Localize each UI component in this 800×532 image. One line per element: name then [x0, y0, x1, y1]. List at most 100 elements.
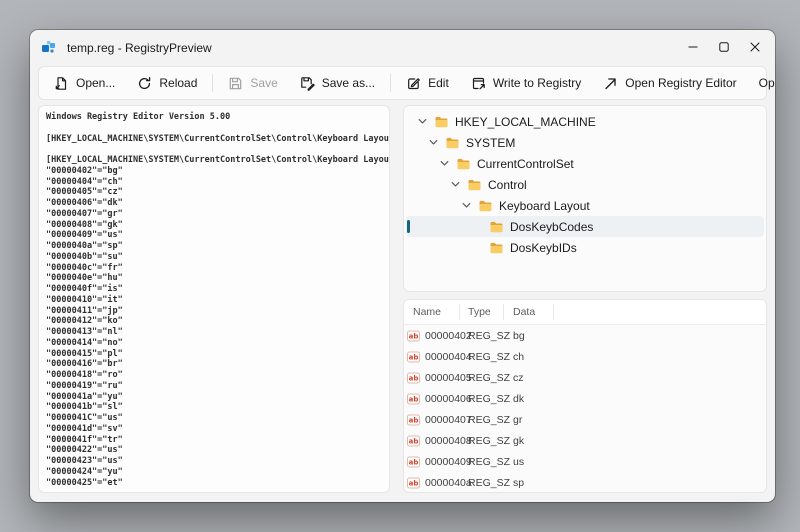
window-title: temp.reg - RegistryPreview [67, 41, 212, 55]
value-type: REG_SZ [460, 351, 504, 363]
save-as-button[interactable]: Save as... [289, 70, 386, 96]
minimize-icon [688, 42, 698, 52]
folder-icon [489, 242, 504, 254]
chevron-down-icon[interactable] [436, 158, 452, 169]
value-type: REG_SZ [460, 330, 504, 342]
open-key-button-label: Open Key [759, 76, 775, 90]
tree-item-control[interactable]: Control [406, 174, 764, 195]
chevron-down-icon[interactable] [414, 116, 430, 127]
folder-icon [434, 116, 449, 128]
tree-indent [406, 184, 447, 185]
tree-item-currentcontrolset[interactable]: CurrentControlSet [406, 153, 764, 174]
value-type: REG_SZ [460, 435, 504, 447]
tree-item-doskeybcodes[interactable]: DosKeybCodes [406, 216, 764, 237]
value-data: cz [504, 372, 554, 384]
chevron-down-icon[interactable] [425, 137, 441, 148]
save-as-button-label: Save as... [322, 76, 375, 90]
open-registry-editor-button-label: Open Registry Editor [625, 76, 736, 90]
reload-button[interactable]: Reload [126, 70, 208, 96]
table-row[interactable]: 00000402 REG_SZ bg [404, 325, 766, 346]
reload-button-label: Reload [159, 76, 197, 90]
value-data: dk [504, 393, 554, 405]
table-row[interactable]: 00000405 REG_SZ cz [404, 367, 766, 388]
close-button[interactable] [739, 30, 770, 64]
value-data: gr [504, 414, 554, 426]
toolbar-separator [212, 74, 213, 92]
write-to-registry-button[interactable]: Write to Registry [460, 70, 592, 96]
save-icon [228, 76, 243, 91]
folder-icon [456, 158, 471, 170]
folder-icon [489, 221, 504, 233]
reload-icon [137, 76, 152, 91]
app-window: temp.reg - RegistryPreview Open... [30, 30, 775, 502]
table-row[interactable]: 00000407 REG_SZ gr [404, 409, 766, 430]
value-data: us [504, 456, 554, 468]
edit-icon [406, 76, 421, 91]
string-value-icon [407, 330, 420, 342]
save-button[interactable]: Save [217, 70, 288, 96]
table-header: Name Type Data [404, 300, 766, 325]
table-row[interactable]: 00000409 REG_SZ us [404, 451, 766, 472]
maximize-icon [719, 42, 729, 52]
value-type: REG_SZ [460, 372, 504, 384]
tree-item-label: CurrentControlSet [477, 157, 574, 171]
chevron-down-icon[interactable] [458, 200, 474, 211]
tree-indent [406, 226, 469, 227]
tree-item-hkey-local-machine[interactable]: HKEY_LOCAL_MACHINE [406, 111, 764, 132]
value-data: sp [504, 477, 554, 489]
write-registry-icon [471, 76, 486, 91]
tree-item-system[interactable]: SYSTEM [406, 132, 764, 153]
minimize-button[interactable] [677, 30, 708, 64]
open-button-label: Open... [76, 76, 115, 90]
app-icon [41, 40, 57, 56]
maximize-button[interactable] [708, 30, 739, 64]
tree-item-doskeybids[interactable]: DosKeybIDs [406, 237, 764, 258]
folder-icon [478, 200, 493, 212]
registry-text-editor[interactable]: Windows Registry Editor Version 5.00 [HK… [39, 106, 389, 493]
chevron-down-icon[interactable] [447, 179, 463, 190]
tree-indent [406, 163, 436, 164]
command-bar: Open... Reload Save [38, 66, 767, 100]
value-data: bg [504, 330, 554, 342]
value-data: gk [504, 435, 554, 447]
write-to-registry-button-label: Write to Registry [493, 76, 581, 90]
table-row[interactable]: 00000406 REG_SZ dk [404, 388, 766, 409]
registry-tree-panel: HKEY_LOCAL_MACHINE SYSTEM CurrentControl… [403, 105, 767, 292]
value-type: REG_SZ [460, 456, 504, 468]
save-button-label: Save [250, 76, 277, 90]
registry-values-panel: Name Type Data 00000402 REG_SZ bg 000004… [403, 299, 767, 493]
tree-item-label: Control [488, 178, 527, 192]
registry-file-editor-panel: Windows Registry Editor Version 5.00 [HK… [38, 105, 390, 493]
tree-item-label: Keyboard Layout [499, 199, 590, 213]
toolbar-separator [390, 74, 391, 92]
string-value-icon [407, 393, 420, 405]
string-value-icon [407, 372, 420, 384]
table-row[interactable]: 00000404 REG_SZ ch [404, 346, 766, 367]
tree-item-keyboard-layout[interactable]: Keyboard Layout [406, 195, 764, 216]
tree-item-label: DosKeybIDs [510, 241, 577, 255]
string-value-icon [407, 414, 420, 426]
string-value-icon [407, 351, 420, 363]
table-row[interactable]: 0000040a REG_SZ sp [404, 472, 766, 493]
column-header-data[interactable]: Data [504, 304, 554, 320]
string-value-icon [407, 435, 420, 447]
open-button[interactable]: Open... [43, 70, 126, 96]
tree-item-label: SYSTEM [466, 136, 515, 150]
folder-icon [467, 179, 482, 191]
open-file-icon [54, 76, 69, 91]
tree-indent [406, 121, 414, 122]
open-key-button[interactable]: Open Key [748, 70, 775, 96]
tree-indent [406, 142, 425, 143]
edit-button[interactable]: Edit [395, 70, 460, 96]
string-value-icon [407, 477, 420, 489]
table-row[interactable]: 00000408 REG_SZ gk [404, 430, 766, 451]
tree-item-label: DosKeybCodes [510, 220, 593, 234]
tree-indent [406, 247, 469, 248]
title-bar[interactable]: temp.reg - RegistryPreview [30, 30, 775, 66]
open-registry-editor-button[interactable]: Open Registry Editor [592, 70, 747, 96]
column-header-name[interactable]: Name [404, 304, 460, 320]
folder-icon [445, 137, 460, 149]
edit-button-label: Edit [428, 76, 449, 90]
column-header-type[interactable]: Type [460, 304, 504, 320]
close-icon [750, 42, 760, 52]
